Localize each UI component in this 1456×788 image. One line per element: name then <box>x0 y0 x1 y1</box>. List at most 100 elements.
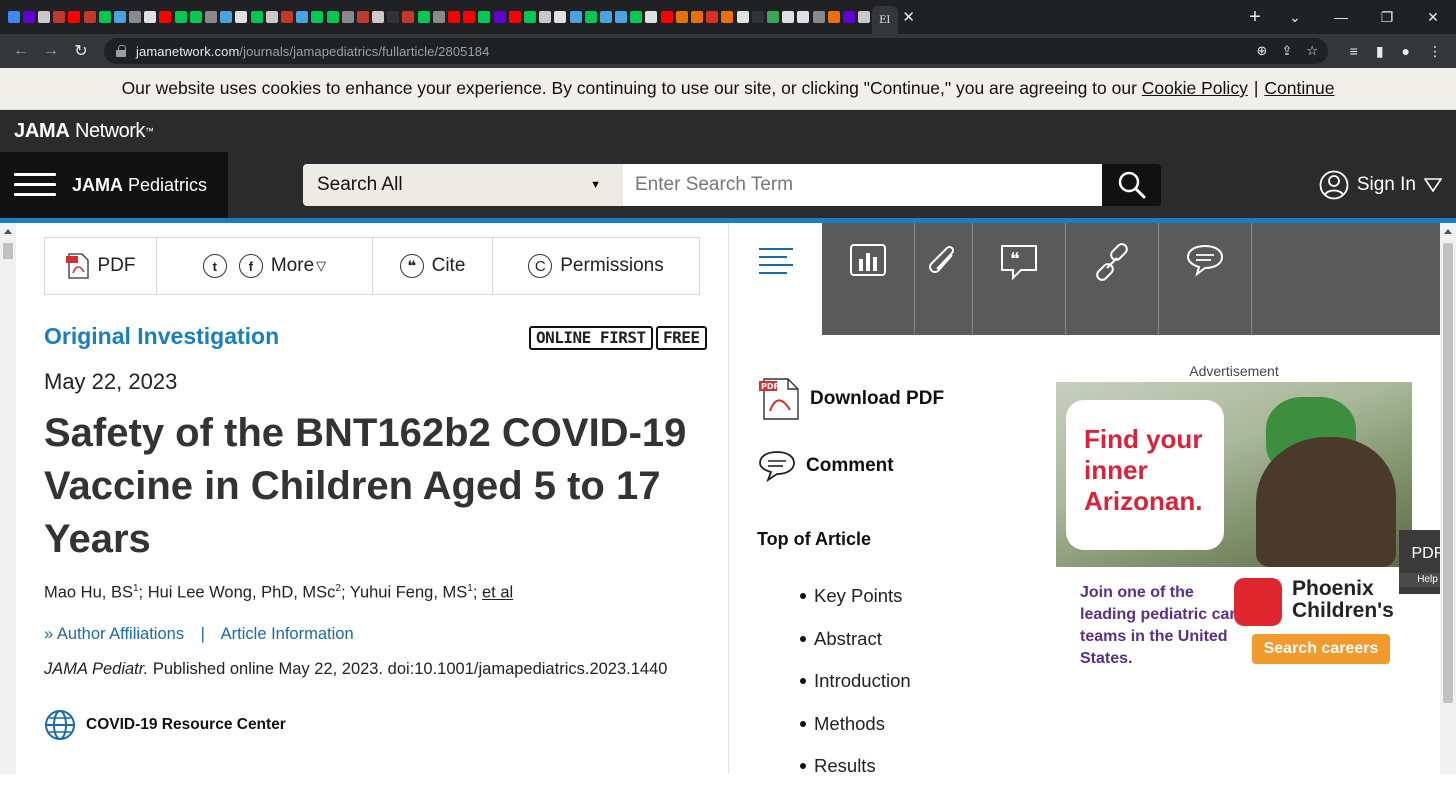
browser-tab[interactable] <box>446 7 461 27</box>
tab-quote[interactable]: ❝ <box>973 223 1066 335</box>
browser-tab[interactable] <box>249 7 264 27</box>
more-button[interactable]: More <box>271 255 314 277</box>
search-scope-select[interactable]: Search All ▼ <box>303 164 623 206</box>
browser-tab[interactable] <box>386 7 401 27</box>
close-window-button[interactable]: ✕ <box>1410 9 1456 26</box>
browser-tab[interactable] <box>735 7 750 27</box>
browser-tab[interactable] <box>355 7 370 27</box>
toc-heading[interactable]: Top of Article <box>757 529 871 550</box>
author-2[interactable]: Hui Lee Wong, PhD, MSc <box>148 584 336 602</box>
browser-tab[interactable] <box>553 7 568 27</box>
search-button[interactable] <box>1102 164 1161 206</box>
browser-tab[interactable] <box>765 7 780 27</box>
browser-tab[interactable] <box>21 7 36 27</box>
reload-button[interactable]: ↻ <box>66 41 96 61</box>
browser-tab[interactable] <box>538 7 553 27</box>
author-affiliations-link[interactable]: Author Affiliations <box>57 625 184 643</box>
browser-tab[interactable] <box>629 7 644 27</box>
browser-tab[interactable] <box>295 7 310 27</box>
author-1[interactable]: Mao Hu, BS <box>44 584 133 602</box>
browser-tab[interactable] <box>462 7 477 27</box>
toc-item-introduction[interactable]: Introduction <box>800 660 911 703</box>
toc-item-key-points[interactable]: Key Points <box>800 575 911 618</box>
browser-tab[interactable] <box>750 7 765 27</box>
covid-resource-center-link[interactable]: COVID-19 Resource Center <box>44 709 286 741</box>
browser-tab[interactable] <box>431 7 446 27</box>
browser-tab[interactable] <box>598 7 613 27</box>
browser-tab[interactable] <box>325 7 340 27</box>
browser-tab[interactable] <box>689 7 704 27</box>
browser-tab[interactable] <box>128 7 143 27</box>
browser-tab[interactable] <box>6 7 21 27</box>
new-tab-button[interactable]: + <box>1238 6 1272 29</box>
browser-tab[interactable] <box>796 7 811 27</box>
browser-tab[interactable] <box>583 7 598 27</box>
browser-tab[interactable] <box>371 7 386 27</box>
address-bar[interactable]: jamanetwork.com/journals/jamapediatrics/… <box>104 38 1328 64</box>
browser-tab[interactable] <box>401 7 416 27</box>
browser-tab[interactable] <box>264 7 279 27</box>
tab-search-icon[interactable]: ⌄ <box>1272 9 1318 26</box>
comment-link[interactable]: Comment <box>758 450 894 482</box>
twitter-icon[interactable]: t <box>202 254 227 278</box>
browser-tab[interactable] <box>219 7 234 27</box>
journal-name[interactable]: JAMA Pediatrics <box>72 175 207 196</box>
browser-tab[interactable] <box>67 7 82 27</box>
browser-tab[interactable] <box>97 7 112 27</box>
tab-comments[interactable] <box>1159 223 1252 335</box>
browser-tab[interactable] <box>857 7 872 27</box>
share-icon[interactable]: ⇪ <box>1281 43 1292 59</box>
browser-tab[interactable] <box>522 7 537 27</box>
cite-button[interactable]: ❝ Cite <box>373 238 493 294</box>
browser-tab[interactable] <box>112 7 127 27</box>
tab-contents[interactable] <box>729 223 822 335</box>
browser-tab[interactable] <box>781 7 796 27</box>
browser-tab[interactable] <box>826 7 841 27</box>
browser-tab[interactable] <box>310 7 325 27</box>
toc-item-results[interactable]: Results <box>800 745 911 788</box>
browser-tab[interactable] <box>143 7 158 27</box>
back-button[interactable]: ← <box>6 42 36 60</box>
browser-tab-active[interactable]: EI <box>871 6 898 34</box>
browser-tab[interactable] <box>234 7 249 27</box>
sign-in-button[interactable]: Sign In <box>1319 152 1442 218</box>
tab-figures[interactable] <box>822 223 915 335</box>
browser-tab[interactable] <box>841 7 856 27</box>
side-panel-icon[interactable]: ▮ <box>1376 43 1384 60</box>
pdf-button[interactable]: PDF <box>45 238 157 294</box>
left-scrollbar[interactable] <box>0 223 16 774</box>
browser-tab[interactable] <box>173 7 188 27</box>
browser-tab[interactable] <box>507 7 522 27</box>
browser-tab[interactable] <box>188 7 203 27</box>
maximize-button[interactable]: ❐ <box>1364 9 1410 26</box>
tab-links[interactable] <box>1066 223 1159 335</box>
profile-icon[interactable]: ● <box>1402 43 1410 59</box>
cookie-policy-link[interactable]: Cookie Policy <box>1142 78 1248 99</box>
article-type[interactable]: Original Investigation <box>44 323 279 350</box>
cookie-continue-link[interactable]: Continue <box>1264 78 1334 99</box>
bookmark-star-icon[interactable]: ☆ <box>1306 43 1318 59</box>
browser-tab[interactable] <box>644 7 659 27</box>
menu-icon[interactable]: ⋮ <box>1428 43 1442 60</box>
ad-cta-button[interactable]: Search careers <box>1252 634 1390 664</box>
browser-tab[interactable] <box>492 7 507 27</box>
facebook-icon[interactable]: f <box>238 254 263 278</box>
author-3[interactable]: Yuhui Feng, MS <box>350 584 467 602</box>
hamburger-menu-icon[interactable] <box>14 171 56 199</box>
reading-list-icon[interactable]: ≡ <box>1350 43 1358 59</box>
download-pdf-link[interactable]: PDF Download PDF <box>758 377 944 421</box>
browser-tab[interactable] <box>279 7 294 27</box>
browser-tab[interactable] <box>36 7 51 27</box>
browser-tab[interactable] <box>811 7 826 27</box>
page-scrollbar[interactable] <box>1440 223 1456 774</box>
permissions-button[interactable]: C Permissions <box>493 238 699 294</box>
browser-tab[interactable] <box>720 7 735 27</box>
toc-item-methods[interactable]: Methods <box>800 703 911 746</box>
browser-tab[interactable] <box>674 7 689 27</box>
zoom-icon[interactable]: ⊕ <box>1257 43 1268 59</box>
tab-attachments[interactable] <box>915 223 973 335</box>
network-logo-bold[interactable]: JAMA <box>14 120 70 143</box>
browser-tab[interactable] <box>614 7 629 27</box>
browser-tab[interactable] <box>82 7 97 27</box>
toc-item-abstract[interactable]: Abstract <box>800 618 911 661</box>
